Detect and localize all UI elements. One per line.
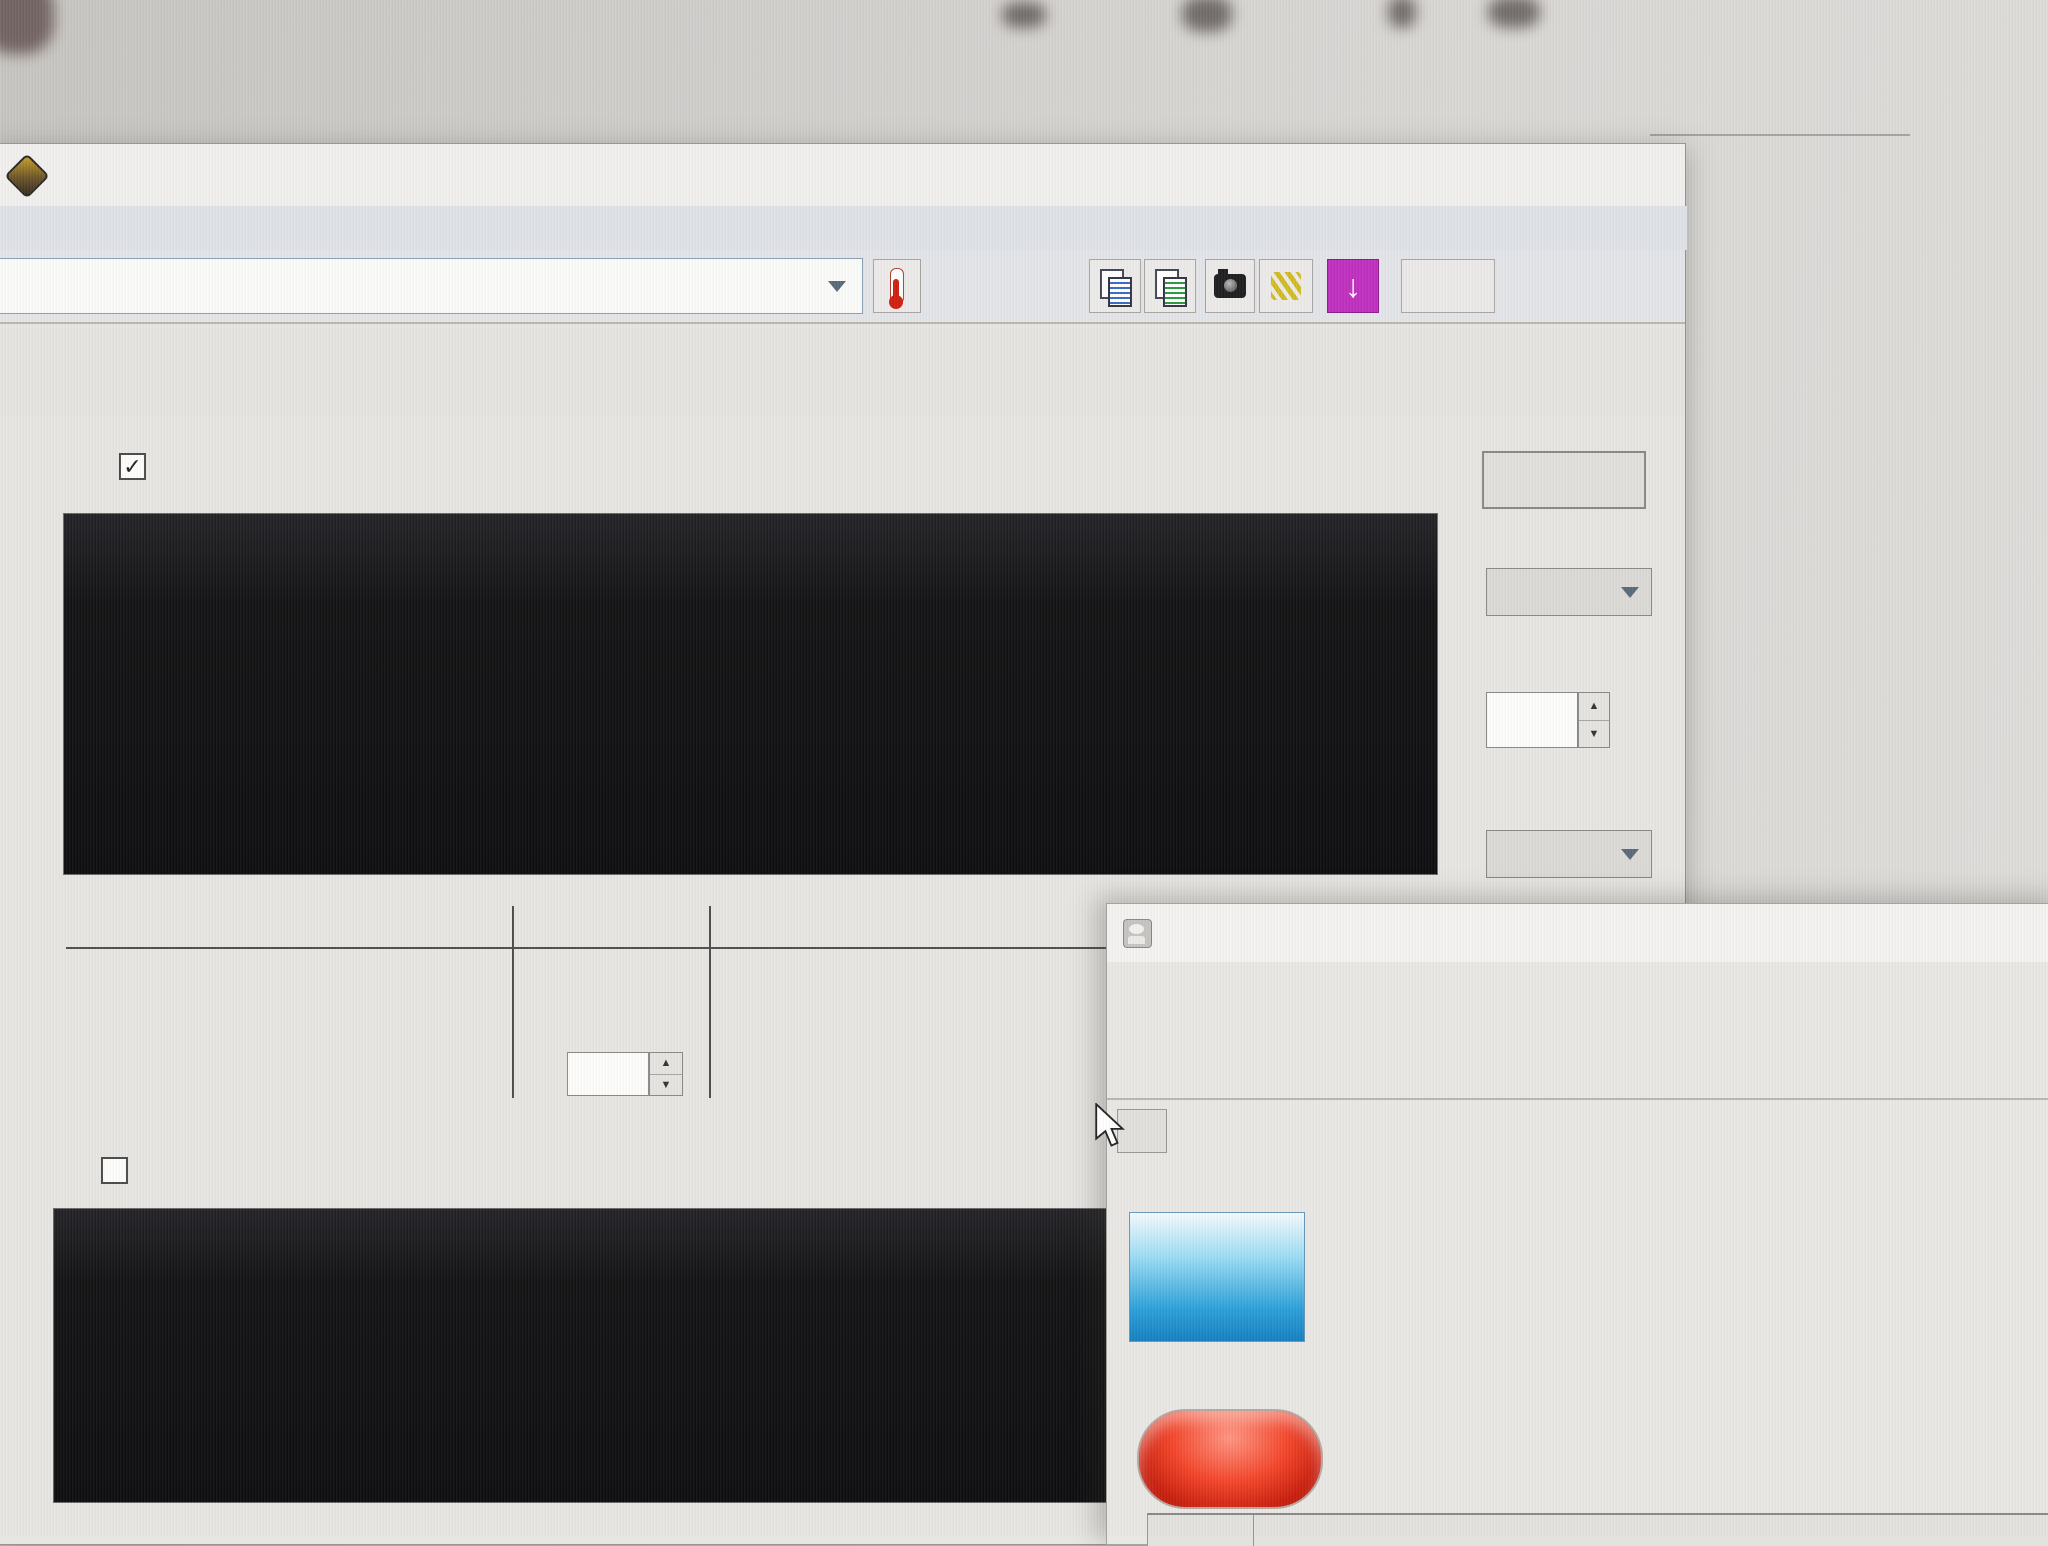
photo-blur-blob bbox=[1388, 0, 1416, 28]
data-mode-select[interactable] bbox=[1486, 830, 1652, 878]
hdtune-app-icon bbox=[4, 153, 49, 198]
hdtune-toolbar: ↓ bbox=[0, 250, 1685, 320]
smart-table-header bbox=[1147, 1513, 2048, 1546]
smart-header-divider bbox=[1253, 1515, 1254, 1546]
start-button[interactable] bbox=[1482, 451, 1646, 509]
save-results-button[interactable] bbox=[1259, 259, 1313, 313]
mouse-cursor bbox=[1093, 1103, 1127, 1149]
minimize-button[interactable] bbox=[1448, 160, 1500, 198]
stepper-down-button[interactable] bbox=[1579, 721, 1609, 748]
table-divider bbox=[709, 906, 711, 1098]
file-length-input[interactable] bbox=[1486, 692, 1578, 748]
cdi-drive-strip bbox=[1107, 1008, 2048, 1100]
export-icon bbox=[1271, 272, 1301, 300]
camera-icon bbox=[1214, 274, 1246, 298]
temperature-button[interactable] bbox=[873, 259, 921, 313]
photo-blur-blob bbox=[0, 0, 54, 54]
drive-select[interactable] bbox=[0, 258, 863, 314]
cdi-titlebar[interactable] bbox=[1107, 904, 2048, 963]
cdi-menubar bbox=[1107, 962, 2048, 1008]
maximize-button[interactable] bbox=[1513, 160, 1565, 198]
table-header-line bbox=[66, 947, 1106, 949]
tab-row-lower bbox=[0, 372, 1685, 416]
photo-blur-blob bbox=[1182, 0, 1232, 32]
hdtune-menubar bbox=[0, 206, 1687, 250]
background-edge-line bbox=[1650, 134, 1910, 136]
chevron-down-icon bbox=[1621, 587, 1639, 598]
copy-text-button[interactable] bbox=[1089, 259, 1141, 313]
file-length-stepper bbox=[1578, 692, 1610, 748]
chevron-down-icon bbox=[828, 281, 846, 292]
photo-blur-blob bbox=[1002, 2, 1046, 28]
crystaldiskinfo-window bbox=[1106, 903, 2048, 1545]
chevron-down-icon bbox=[1621, 849, 1639, 860]
copy-image-icon bbox=[1155, 269, 1185, 303]
close-button[interactable] bbox=[1578, 160, 1630, 198]
down-arrow-icon: ↓ bbox=[1345, 270, 1361, 302]
download-button[interactable]: ↓ bbox=[1327, 259, 1379, 313]
table-divider bbox=[512, 906, 514, 1098]
temperature-box bbox=[1137, 1409, 1323, 1509]
exit-button[interactable] bbox=[1401, 259, 1495, 313]
transfer-rate-checkbox[interactable] bbox=[119, 453, 146, 480]
screenshot-button[interactable] bbox=[1205, 259, 1255, 313]
block-size-checkbox[interactable] bbox=[101, 1157, 128, 1184]
queue-depth-input[interactable] bbox=[567, 1052, 649, 1096]
tab-row-upper bbox=[0, 328, 1685, 372]
stepper-down-button[interactable] bbox=[650, 1075, 682, 1096]
transfer-rate-chart bbox=[63, 513, 1438, 875]
health-status-box[interactable] bbox=[1129, 1212, 1305, 1342]
photo-blur-blob bbox=[1488, 0, 1540, 28]
stepper-up-button[interactable] bbox=[650, 1053, 682, 1075]
copy-image-button[interactable] bbox=[1144, 259, 1196, 313]
copy-icon bbox=[1100, 269, 1130, 303]
thermometer-icon bbox=[890, 268, 904, 304]
stepper-up-button[interactable] bbox=[1579, 693, 1609, 721]
cdi-app-icon bbox=[1123, 919, 1152, 948]
toolbar-separator bbox=[0, 322, 1685, 324]
hdtune-titlebar[interactable] bbox=[0, 144, 1685, 207]
queue-depth-stepper bbox=[649, 1052, 683, 1096]
target-drive-select[interactable] bbox=[1486, 568, 1652, 616]
